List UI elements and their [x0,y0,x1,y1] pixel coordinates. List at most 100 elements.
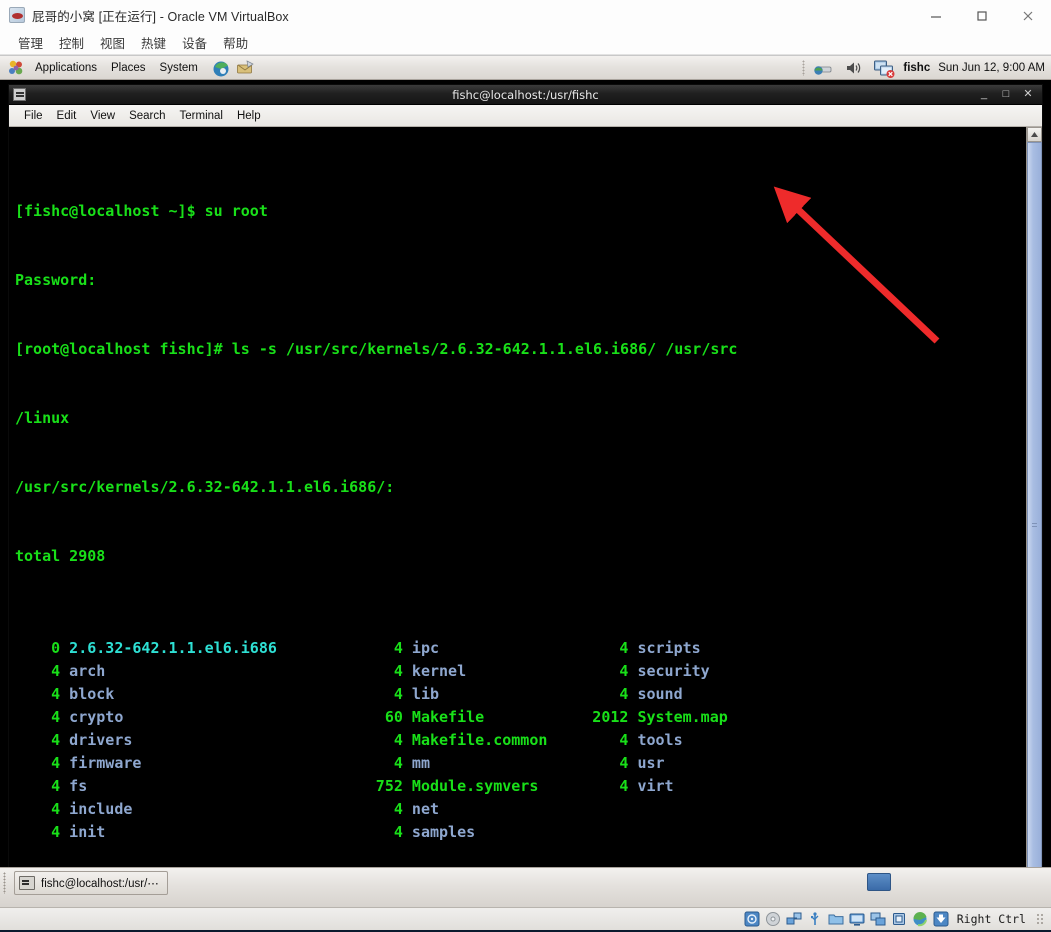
gnome-top-panel: Applications Places System fishc Sun Jun… [0,56,1051,80]
listing-entry-name: tools [628,731,683,749]
taskbar-window-label: fishc@localhost:/usr/⋯ [41,878,159,890]
listing-entry-name: kernel [402,662,467,680]
taskbar-window-button[interactable]: fishc@localhost:/usr/⋯ [14,871,168,895]
listing-entry-size: 4 [574,662,629,680]
terminal-listing-entry: 0 2.6.32-642.1.1.el6.i686 [15,637,277,660]
panel-menu-applications[interactable]: Applications [28,60,104,76]
panel-right-section: fishc Sun Jun 12, 9:00 AM [802,58,1051,78]
terminal-listing-entry: 4 scripts [574,637,700,660]
listing-entry-size: 4 [357,800,403,818]
capture-icon[interactable] [933,911,949,927]
terminal-menu-edit[interactable]: Edit [50,108,84,124]
listing-entry-size: 4 [574,639,629,657]
virtualbox-icon [9,7,25,23]
evolution-icon[interactable] [235,58,255,78]
listing-entry-size: 4 [357,639,403,657]
volume-icon[interactable] [843,58,865,78]
terminal-output[interactable]: [fishc@localhost ~]$ su root Password: [… [9,127,1026,907]
panel-menu-places[interactable]: Places [104,60,153,76]
gnome-terminal-window: fishc@localhost:/usr/fishc _ □ ✕ File Ed… [8,84,1043,907]
terminal-listing-entry: 4 tools [574,729,682,752]
terminal-menu-view[interactable]: View [83,108,122,124]
listing-entry-name: init [60,823,106,841]
network-manager-icon[interactable] [813,58,835,78]
vbox-menu-hotkey[interactable]: 热键 [133,31,174,54]
terminal-scrollbar[interactable] [1026,127,1042,907]
listing-entry-name: virt [628,777,674,795]
listing-entry-size: 752 [357,777,403,795]
panel-username[interactable]: fishc [903,62,930,74]
vbox-menu-control[interactable]: 控制 [51,31,92,54]
firefox-icon[interactable] [211,58,231,78]
panel-clock[interactable]: Sun Jun 12, 9:00 AM [938,62,1045,74]
terminal-listing-entry: 4 fs [15,775,87,798]
terminal-menu-search[interactable]: Search [122,108,172,124]
globe-icon[interactable] [912,911,928,927]
folder-icon[interactable] [828,911,844,927]
listing-entry-size: 4 [15,754,61,772]
cd-icon[interactable] [765,911,781,927]
vbox-menu-view[interactable]: 视图 [92,31,133,54]
remote-display-icon[interactable] [870,911,886,927]
listing-entry-name: samples [402,823,476,841]
terminal-listing-entry: 4 drivers [15,729,132,752]
listing-entry-size: 4 [574,685,629,703]
harddisk-icon[interactable] [744,911,760,927]
listing-entry-name: 2.6.32-642.1.1.el6.i686 [60,639,277,657]
listing-entry-name: include [60,800,133,818]
terminal-listing-total-1: total 2908 [15,547,106,565]
terminal-listing-row: 4 init 4 samples [15,821,1026,844]
terminal-listing-entry: 4 virt [574,775,673,798]
resize-grip[interactable] [1036,913,1045,925]
scrollbar-up-arrow[interactable] [1027,127,1042,142]
terminal-minimize-icon[interactable]: _ [978,89,990,100]
terminal-listing-entry: 4 Makefile.common [358,729,548,752]
terminal-titlebar: fishc@localhost:/usr/fishc _ □ ✕ [9,85,1042,105]
network-icon[interactable] [786,911,802,927]
display-switch-icon[interactable] [873,58,895,78]
listing-entry-name: System.map [628,708,728,726]
terminal-menu-file[interactable]: File [17,108,50,124]
panel-menu-system[interactable]: System [153,60,205,76]
terminal-listing-entry: 752 Module.symvers [358,775,539,798]
listing-entry-name: block [60,685,115,703]
usb-icon[interactable] [807,911,823,927]
terminal-listing-entry: 4 kernel [358,660,466,683]
virtualbox-window-controls [913,0,1051,31]
vbox-menu-devices[interactable]: 设备 [174,31,215,54]
panel-left-section: Applications Places System [0,58,257,78]
listing-entry-size: 4 [15,662,61,680]
listing-entry-name: Makefile [402,708,485,726]
vbox-menu-manage[interactable]: 管理 [10,31,51,54]
listing-entry-size: 60 [357,708,403,726]
listing-entry-size: 4 [15,777,61,795]
listing-entry-name: net [402,800,440,818]
maximize-icon[interactable] [959,0,1005,31]
listing-entry-name: crypto [60,708,124,726]
cpu-icon[interactable] [891,911,907,927]
display-icon[interactable] [849,911,865,927]
listing-entry-size: 4 [357,731,403,749]
listing-entry-size: 4 [574,777,629,795]
terminal-listing-entry: 4 mm [358,752,430,775]
bottom-panel-grip [3,872,6,894]
minimize-icon[interactable] [913,0,959,31]
terminal-line-command: [root@localhost fishc]# ls -s /usr/src/k… [15,340,738,358]
scrollbar-thumb[interactable] [1027,142,1042,907]
terminal-menu-help[interactable]: Help [230,108,268,124]
terminal-icon [19,876,35,890]
terminal-listing-entry: 2012 System.map [574,706,728,729]
show-desktop-icon[interactable] [867,873,891,891]
terminal-listing-entry: 4 block [15,683,114,706]
listing-entry-size: 4 [357,662,403,680]
terminal-listing-row: 0 2.6.32-642.1.1.el6.i686 4 ipc 4 script… [15,637,1026,660]
vbox-menu-help[interactable]: 帮助 [215,31,256,54]
terminal-window-controls: _ □ ✕ [978,89,1042,100]
terminal-menu-terminal[interactable]: Terminal [173,108,230,124]
terminal-close-icon[interactable]: ✕ [1022,89,1034,100]
listing-entry-size: 4 [15,731,61,749]
close-icon[interactable] [1005,0,1051,31]
scrollbar-track[interactable] [1027,142,1042,907]
terminal-listing-row: 4 firmware 4 mm 4 usr [15,752,1026,775]
terminal-maximize-icon[interactable]: □ [1000,89,1012,100]
